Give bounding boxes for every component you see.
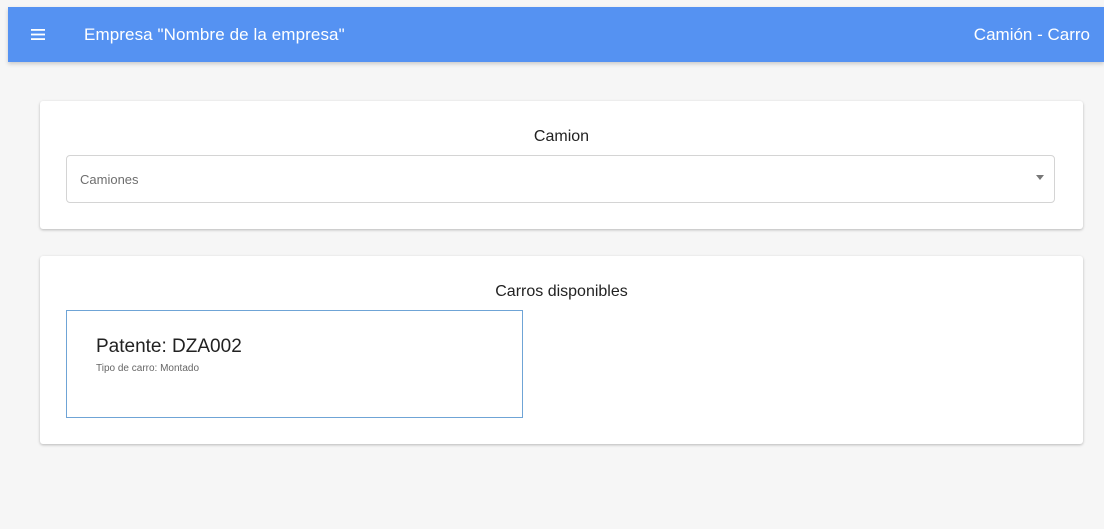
top-toolbar: Empresa "Nombre de la empresa" Camión - … xyxy=(8,7,1104,62)
company-title: Empresa "Nombre de la empresa" xyxy=(84,24,345,44)
camion-card: Camion Camiones xyxy=(40,101,1083,229)
carro-patente: Patente: DZA002 xyxy=(96,336,242,357)
dropdown-arrow-icon[interactable] xyxy=(1036,175,1044,180)
section-title: Camión - Carro xyxy=(973,24,1090,44)
menu-button[interactable] xyxy=(8,7,68,62)
menu-icon xyxy=(31,29,45,40)
carro-item[interactable]: Patente: DZA002 Tipo de carro: Montado xyxy=(66,310,523,418)
app-frame: Empresa "Nombre de la empresa" Camión - … xyxy=(0,0,1104,529)
camion-card-title: Camion xyxy=(533,128,590,145)
camiones-select[interactable]: Camiones xyxy=(66,155,1055,203)
camiones-select-placeholder: Camiones xyxy=(80,171,139,187)
carros-card-title: Carros disponibles xyxy=(495,283,628,300)
carro-tipo: Tipo de carro: Montado xyxy=(96,363,200,374)
carros-card: Carros disponibles Patente: DZA002 Tipo … xyxy=(40,256,1083,444)
